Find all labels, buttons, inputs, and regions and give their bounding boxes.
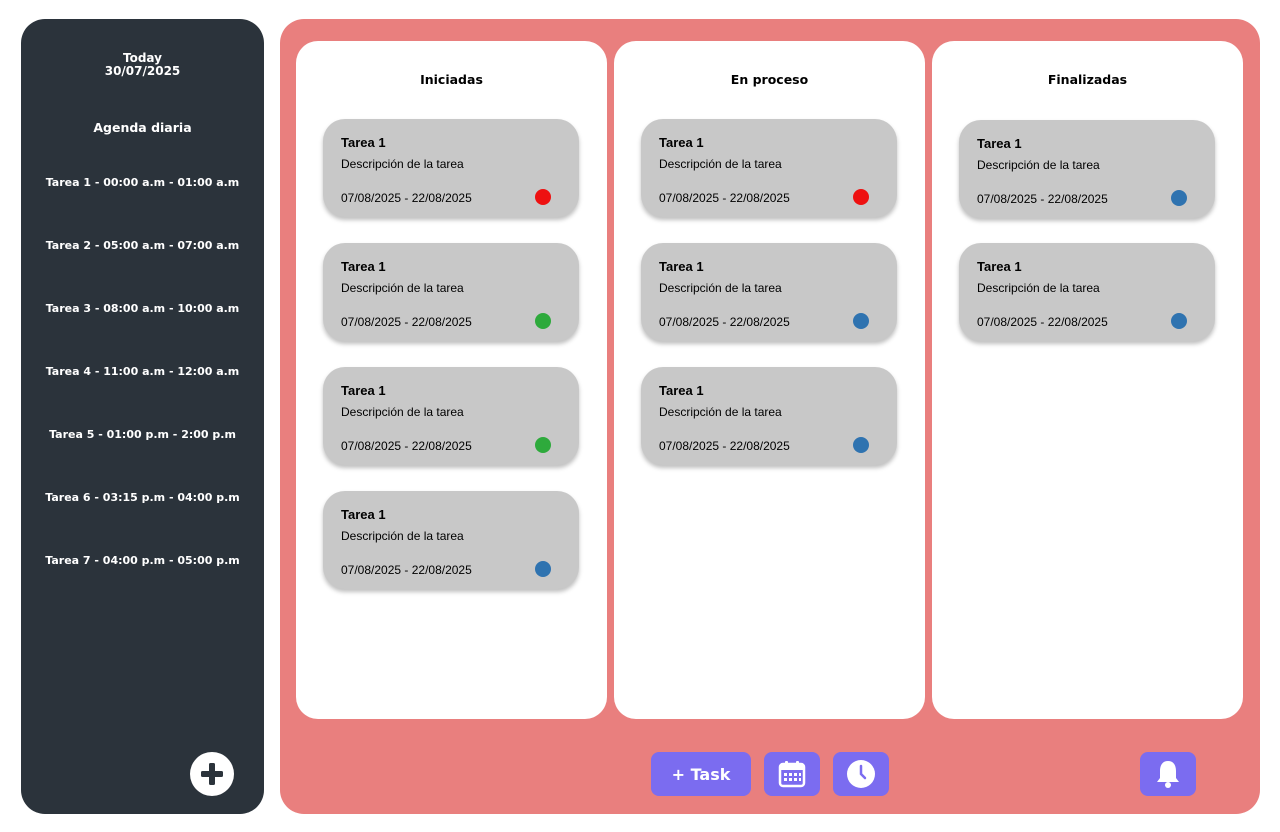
column-title: En proceso: [730, 72, 809, 87]
task-dates: 07/08/2025 - 22/08/2025: [977, 192, 1108, 206]
task-description: Descripción de la tarea: [659, 405, 782, 419]
plus-icon: [201, 763, 223, 785]
task-title: Tarea 1: [659, 135, 704, 150]
status-dot: [535, 561, 551, 577]
add-agenda-button[interactable]: [190, 752, 234, 796]
today-header: Today 30/07/2025: [21, 52, 264, 78]
task-title: Tarea 1: [659, 259, 704, 274]
agenda-item[interactable]: Tarea 4 - 11:00 a.m - 12:00 a.m: [21, 365, 264, 378]
calendar-icon: [778, 761, 806, 788]
task-dates: 07/08/2025 - 22/08/2025: [659, 315, 790, 329]
status-dot: [853, 313, 869, 329]
agenda-item[interactable]: Tarea 6 - 03:15 p.m - 04:00 p.m: [21, 491, 264, 504]
task-title: Tarea 1: [341, 135, 386, 150]
task-description: Descripción de la tarea: [341, 157, 464, 171]
agenda-sidebar: Today 30/07/2025 Agenda diaria Tarea 1 -…: [21, 19, 264, 814]
today-date: 30/07/2025: [104, 64, 181, 78]
add-task-button[interactable]: + Task: [651, 752, 751, 796]
clock-button[interactable]: [833, 752, 889, 796]
agenda-item[interactable]: Tarea 7 - 04:00 p.m - 05:00 p.m: [21, 554, 264, 567]
task-description: Descripción de la tarea: [341, 281, 464, 295]
task-description: Descripción de la tarea: [659, 281, 782, 295]
agenda-item[interactable]: Tarea 1 - 00:00 a.m - 01:00 a.m: [21, 176, 264, 189]
column-title: Finalizadas: [1047, 72, 1128, 87]
agenda-item[interactable]: Tarea 3 - 08:00 a.m - 10:00 a.m: [21, 302, 264, 315]
task-card[interactable]: Tarea 1 Descripción de la tarea 07/08/20…: [641, 119, 897, 217]
status-dot: [535, 189, 551, 205]
kanban-board: Iniciadas Tarea 1 Descripción de la tare…: [280, 19, 1260, 814]
status-dot: [1171, 313, 1187, 329]
task-card[interactable]: Tarea 1 Descripción de la tarea 07/08/20…: [323, 367, 579, 465]
task-dates: 07/08/2025 - 22/08/2025: [341, 439, 472, 453]
status-dot: [853, 189, 869, 205]
task-card[interactable]: Tarea 1 Descripción de la tarea 07/08/20…: [959, 243, 1215, 341]
status-dot: [535, 313, 551, 329]
column-en-proceso: En proceso Tarea 1 Descripción de la tar…: [614, 41, 925, 719]
task-title: Tarea 1: [977, 136, 1022, 151]
task-dates: 07/08/2025 - 22/08/2025: [977, 315, 1108, 329]
task-title: Tarea 1: [341, 507, 386, 522]
task-description: Descripción de la tarea: [341, 529, 464, 543]
task-card[interactable]: Tarea 1 Descripción de la tarea 07/08/20…: [959, 120, 1215, 218]
task-card[interactable]: Tarea 1 Descripción de la tarea 07/08/20…: [641, 367, 897, 465]
notifications-button[interactable]: [1140, 752, 1196, 796]
task-dates: 07/08/2025 - 22/08/2025: [341, 315, 472, 329]
task-dates: 07/08/2025 - 22/08/2025: [341, 191, 472, 205]
agenda-item[interactable]: Tarea 5 - 01:00 p.m - 2:00 p.m: [21, 428, 264, 441]
task-description: Descripción de la tarea: [341, 405, 464, 419]
bell-icon: [1157, 761, 1179, 788]
task-title: Tarea 1: [341, 259, 386, 274]
clock-icon: [847, 760, 875, 788]
task-card[interactable]: Tarea 1 Descripción de la tarea 07/08/20…: [641, 243, 897, 341]
status-dot: [1171, 190, 1187, 206]
agenda-item[interactable]: Tarea 2 - 05:00 a.m - 07:00 a.m: [21, 239, 264, 252]
task-title: Tarea 1: [341, 383, 386, 398]
status-dot: [535, 437, 551, 453]
task-card[interactable]: Tarea 1 Descripción de la tarea 07/08/20…: [323, 491, 579, 589]
column-finalizadas: Finalizadas Tarea 1 Descripción de la ta…: [932, 41, 1243, 719]
task-description: Descripción de la tarea: [977, 281, 1100, 295]
column-iniciadas: Iniciadas Tarea 1 Descripción de la tare…: [296, 41, 607, 719]
calendar-button[interactable]: [764, 752, 820, 796]
task-title: Tarea 1: [977, 259, 1022, 274]
task-dates: 07/08/2025 - 22/08/2025: [659, 439, 790, 453]
agenda-title: Agenda diaria: [93, 120, 192, 135]
column-title: Iniciadas: [420, 72, 483, 87]
task-card[interactable]: Tarea 1 Descripción de la tarea 07/08/20…: [323, 243, 579, 341]
task-title: Tarea 1: [659, 383, 704, 398]
task-card[interactable]: Tarea 1 Descripción de la tarea 07/08/20…: [323, 119, 579, 217]
task-description: Descripción de la tarea: [659, 157, 782, 171]
status-dot: [853, 437, 869, 453]
task-description: Descripción de la tarea: [977, 158, 1100, 172]
task-dates: 07/08/2025 - 22/08/2025: [659, 191, 790, 205]
task-dates: 07/08/2025 - 22/08/2025: [341, 563, 472, 577]
